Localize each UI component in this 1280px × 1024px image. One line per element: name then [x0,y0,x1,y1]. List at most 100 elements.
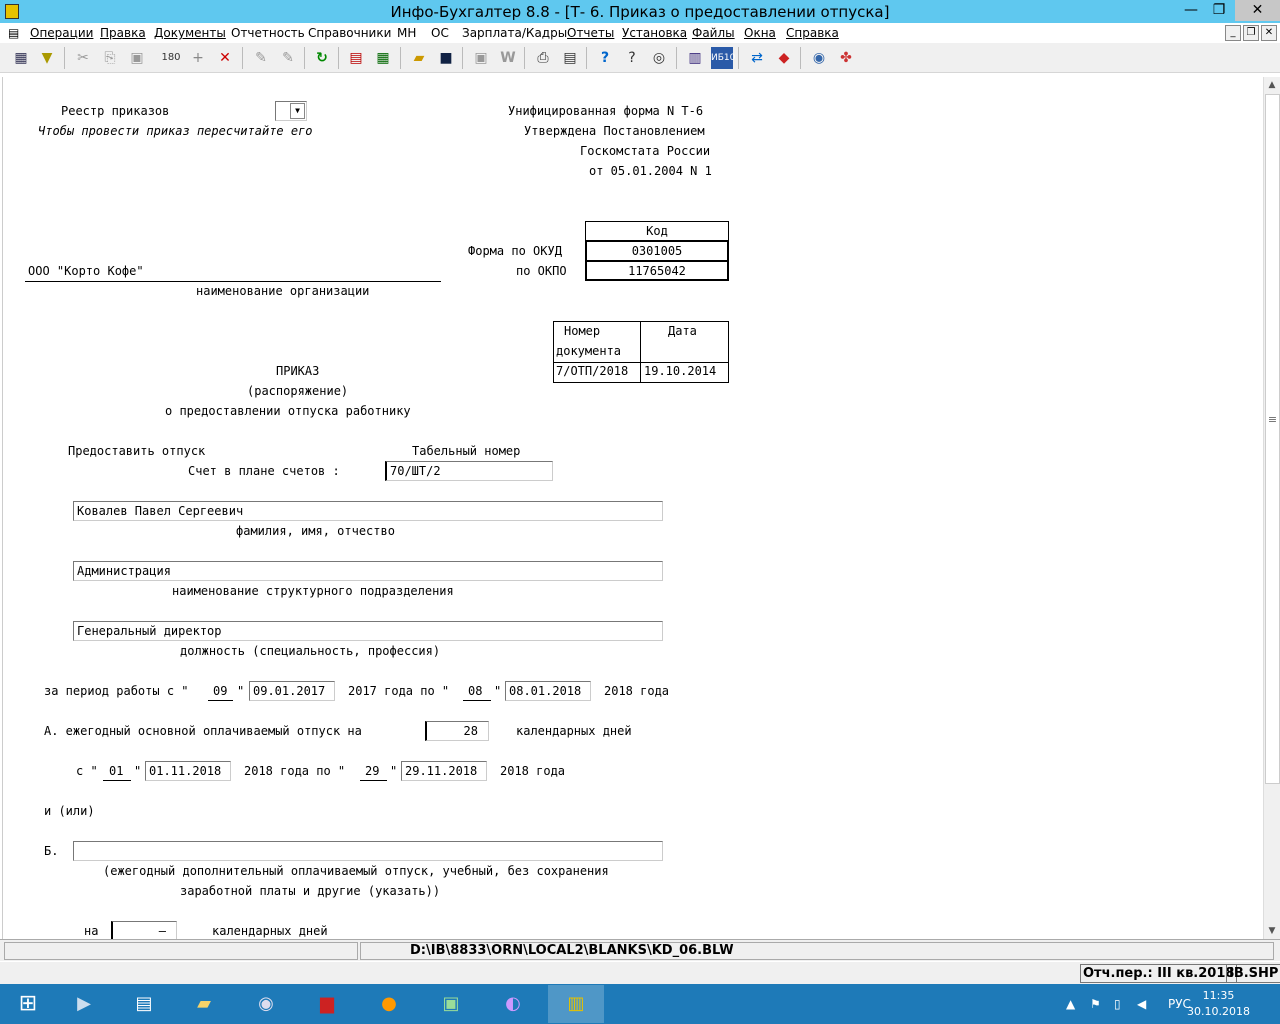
clock[interactable]: 11:35 30.10.2018 [1187,988,1250,1020]
info-buhgalter-taskbar-icon[interactable]: ▥ [548,985,604,1023]
period-date-from[interactable]: 09.01.2017 [249,681,335,701]
menu-documents[interactable]: Документы [154,26,226,40]
report-period-status[interactable]: Отч.пер.: III кв.2018 [1080,964,1238,983]
volume-icon[interactable]: ◀ [1137,984,1146,1024]
from-prefix: с " [76,764,98,778]
add-icon[interactable]: + [187,47,209,69]
department-field[interactable]: Администрация [73,561,663,581]
refresh-icon[interactable]: ↻ [311,47,333,69]
tray-arrow-icon[interactable]: ▲ [1066,984,1075,1024]
order-title: ПРИКАЗ [276,364,320,378]
unlink-icon[interactable]: ✎ [277,47,299,69]
b-label: Б. [44,844,59,858]
cut-icon[interactable]: ✂ [72,47,94,69]
b-caption-2: заработной платы и другие (указать)) [180,884,441,898]
firefox-icon[interactable]: ● [361,985,417,1023]
menu-reports[interactable]: Отчеты [567,26,614,40]
scroll-thumb[interactable]: ≡ [1265,94,1280,784]
link-icon[interactable]: ✎ [250,47,272,69]
menu-references[interactable]: Справочники [308,26,391,40]
paste-icon[interactable]: ▣ [126,47,148,69]
path-bar: D:\IB\8833\ORN\LOCAL2\BLANKS\KD_06.BLW [0,939,1280,961]
network-tray-icon[interactable]: ▯ [1114,984,1121,1024]
decree-date-label: от 05.01.2004 N 1 [589,164,712,178]
server-manager-icon[interactable]: ▤ [116,985,172,1023]
book-icon[interactable]: ▥ [684,47,706,69]
menu-payroll[interactable]: Зарплата/Кадры [462,26,567,40]
powershell-icon[interactable]: ▶ [56,985,112,1023]
status-bar: Отч.пер.: III кв.2018 IB.SHP [0,962,1280,984]
flag-icon[interactable]: ⚑ [1090,984,1101,1024]
minimize-button[interactable]: — [1177,0,1205,21]
teamviewer-icon[interactable]: ⇄ [746,47,768,69]
menu-mn[interactable]: МН [397,26,416,40]
fio-field[interactable]: Ковалев Павел Сергеевич [73,501,663,521]
menu-files[interactable]: Файлы [692,26,735,40]
word-icon[interactable]: W [497,47,519,69]
globe-icon[interactable]: ◉ [808,47,830,69]
rotate-icon[interactable]: 180 [160,47,182,69]
print-icon[interactable]: ⎙ [532,47,554,69]
nvu-icon[interactable]: ◐ [485,985,541,1023]
from-day: 01 [109,764,124,778]
org-name: ООО "Корто Кофе" [28,264,144,278]
a-days-caption: календарных дней [516,724,632,738]
menu-bar: ▤ Операции Правка Документы Отчетность С… [0,23,1280,43]
clock-time: 11:35 [1202,989,1235,1002]
mdi-close-button[interactable]: ✕ [1261,25,1277,41]
grant-label: Предоставить отпуск [68,444,206,458]
network-icon[interactable]: ✤ [835,47,857,69]
scroll-down-icon[interactable]: ▼ [1264,923,1280,939]
preview-icon[interactable]: ▤ [559,47,581,69]
filter-icon[interactable]: ▼ [36,47,58,69]
save-icon[interactable]: ■ [435,47,457,69]
vertical-scrollbar[interactable]: ▲ ≡ ▼ [1263,77,1280,939]
scroll-up-icon[interactable]: ▲ [1264,77,1280,93]
from-date[interactable]: 01.11.2018 [145,761,231,781]
menu-settings[interactable]: Установка [622,26,687,40]
export-icon[interactable]: ▤ [345,47,367,69]
grid-icon[interactable]: ▦ [10,47,32,69]
compass-icon[interactable]: ◎ [648,47,670,69]
na-days-field[interactable]: – [111,921,177,939]
period-quote-1: " [237,684,245,698]
thunderbird-icon[interactable]: ◉ [238,985,294,1023]
department-caption: наименование структурного подразделения [172,584,454,598]
chevron-down-icon[interactable]: ▼ [290,103,305,119]
menu-os[interactable]: ОС [431,26,449,40]
delete-icon[interactable]: ✕ [214,47,236,69]
menu-help[interactable]: Справка [786,26,839,40]
mdi-minimize-button[interactable]: _ [1225,25,1241,41]
to-date[interactable]: 29.11.2018 [401,761,487,781]
menu-edit[interactable]: Правка [100,26,146,40]
menu-operations[interactable]: Операции [30,26,93,40]
account-field[interactable]: 70/ШТ/2 [385,461,553,481]
calculator-icon[interactable]: ▦ [372,47,394,69]
mdi-restore-button[interactable]: ❐ [1243,25,1259,41]
copy-icon[interactable]: ⎘ [99,47,121,69]
position-field[interactable]: Генеральный директор [73,621,663,641]
menu-windows[interactable]: Окна [744,26,776,40]
ib10-icon[interactable]: ИБ10 [711,47,735,69]
date-header: Дата [668,324,697,338]
file-explorer-icon[interactable]: ▰ [176,985,232,1023]
security-app-icon[interactable]: ▣ [423,985,479,1023]
close-button[interactable]: ✕ [1235,0,1280,21]
doc-number[interactable]: 7/ОТП/2018 [556,364,628,378]
save-app-icon[interactable]: ▆ [299,985,355,1023]
maximize-button[interactable]: ❐ [1205,0,1233,21]
help-icon[interactable]: ? [594,47,616,69]
open-folder-icon[interactable]: ▰ [408,47,430,69]
doc-menu-icon[interactable]: ▤ [8,26,19,40]
a-days-field[interactable]: 28 [425,721,489,741]
menu-reporting[interactable]: Отчетность [231,26,305,40]
org-caption: наименование организации [196,284,370,298]
b-field[interactable] [73,841,663,861]
image-icon[interactable]: ▣ [470,47,492,69]
remote-icon[interactable]: ◆ [773,47,795,69]
context-help-icon[interactable]: ? [621,47,643,69]
registry-dropdown[interactable]: ▼ [275,101,307,121]
windows-start-icon[interactable]: ⊞ [0,985,56,1023]
doc-date[interactable]: 19.10.2014 [644,364,716,378]
period-date-to[interactable]: 08.01.2018 [505,681,591,701]
